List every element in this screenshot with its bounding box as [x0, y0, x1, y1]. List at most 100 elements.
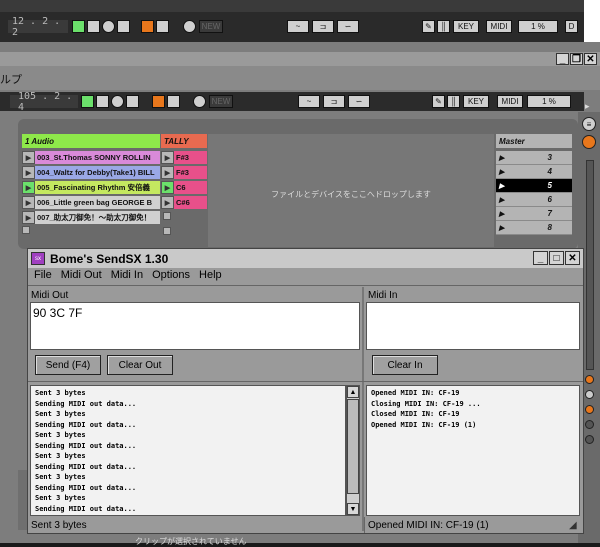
main-arrangement-icon[interactable] — [152, 95, 165, 108]
scene-slot[interactable]: ▶ 3 — [496, 151, 572, 165]
scene-launch-icon[interactable]: ▶ — [499, 168, 504, 176]
scene-launch-icon[interactable]: ▶ — [499, 224, 504, 232]
top-keyboard-icon[interactable]: ║ — [437, 20, 450, 33]
top-key-button[interactable]: KEY — [453, 20, 479, 33]
top-curve-button-2[interactable]: ⊐ — [312, 20, 334, 33]
scene-slot[interactable]: ▶ 7 — [496, 207, 572, 221]
clip-launch-icon[interactable]: ▶ — [22, 196, 35, 209]
clip-launch-icon[interactable]: ▶ — [22, 181, 35, 194]
clip-slot[interactable]: ▶ 005_Fascinating Rhythm 安倍義 — [22, 181, 160, 194]
scene-launch-icon[interactable]: ▶ — [499, 182, 504, 190]
top-play-button[interactable] — [72, 20, 85, 33]
top-stop-button[interactable] — [87, 20, 100, 33]
scene-launch-icon[interactable]: ▶ — [499, 154, 504, 162]
main-keyboard-icon[interactable]: ║ — [447, 95, 460, 108]
top-pencil-icon[interactable]: ✎ — [422, 20, 435, 33]
clip-launch-icon[interactable]: ▶ — [161, 166, 174, 179]
main-play-button[interactable] — [81, 95, 94, 108]
menu-midi-in[interactable]: Midi In — [111, 269, 143, 281]
note-clip[interactable]: ▶ F#3 — [161, 151, 207, 164]
note-clip[interactable]: ▶ F#3 — [161, 166, 207, 179]
clip-launch-icon[interactable]: ▶ — [22, 166, 35, 179]
main-add-button[interactable] — [126, 95, 139, 108]
clip-slot[interactable]: ▶ 006_Little green bag GEORGE B — [22, 196, 160, 209]
clip-launch-icon[interactable]: ▶ — [161, 196, 174, 209]
track-header-tally[interactable]: TALLY — [161, 134, 207, 148]
track-header-master[interactable]: Master — [496, 134, 572, 148]
rail-dot-3[interactable] — [585, 405, 594, 414]
resize-grip-icon[interactable]: ◢ — [569, 520, 581, 532]
main-curve-button-2[interactable]: ⊐ — [323, 95, 345, 108]
top-d-button[interactable]: D — [565, 20, 578, 33]
midi-in-log[interactable]: Opened MIDI IN: CF-19 Closing MIDI IN: C… — [366, 385, 580, 516]
main-record-button[interactable] — [111, 95, 124, 108]
rail-menu-icon[interactable]: ≡ — [582, 117, 596, 131]
clip-slot[interactable]: ▶ 004_Waltz for Debby(Take1) BILL — [22, 166, 160, 179]
bome-close-button[interactable]: ✕ — [565, 251, 580, 265]
live-restore-button[interactable]: ❐ — [570, 53, 583, 65]
live-close-button[interactable]: ✕ — [584, 53, 597, 65]
main-key-button[interactable]: KEY — [463, 95, 489, 108]
menu-file[interactable]: File — [34, 269, 52, 281]
rail-orange-button[interactable] — [582, 135, 596, 149]
main-pencil-icon[interactable]: ✎ — [432, 95, 445, 108]
clip-launch-icon[interactable]: ▶ — [22, 211, 35, 224]
clip-slot[interactable]: ▶ 007_助太刀御免！～助太刀御免！ — [22, 211, 160, 224]
scene-slot[interactable]: ▶ 4 — [496, 165, 572, 179]
scene-slot[interactable]: ▶ 5 — [496, 179, 572, 193]
top-curve-button-3[interactable]: ∽ — [337, 20, 359, 33]
rail-dot-1[interactable] — [585, 375, 594, 384]
menu-help[interactable]: Help — [199, 269, 222, 281]
live-menu-fragment[interactable]: ルプ — [0, 71, 22, 87]
rail-dot-2[interactable] — [585, 390, 594, 399]
midi-out-log[interactable]: Sent 3 bytes Sending MIDI out data... Se… — [30, 385, 346, 516]
clip-launch-icon[interactable]: ▶ — [22, 151, 35, 164]
audio-empty-slot[interactable] — [22, 226, 30, 234]
scroll-thumb[interactable] — [347, 399, 359, 494]
rail-scrollbar[interactable] — [586, 160, 594, 370]
tally-empty-slot-2[interactable] — [163, 227, 171, 235]
note-clip[interactable]: ▶ C#6 — [161, 196, 207, 209]
menu-midi-out[interactable]: Midi Out — [61, 269, 102, 281]
main-stop-button[interactable] — [96, 95, 109, 108]
clip-launch-icon[interactable]: ▶ — [161, 181, 174, 194]
main-new-button[interactable]: NEW — [209, 95, 233, 108]
note-clip[interactable]: ▶ C6 — [161, 181, 207, 194]
menu-options[interactable]: Options — [152, 269, 190, 281]
main-curve-button-3[interactable]: ∽ — [348, 95, 370, 108]
top-record-button[interactable] — [102, 20, 115, 33]
top-arrangement-icon[interactable] — [141, 20, 154, 33]
scroll-up-icon[interactable]: ▲ — [347, 386, 359, 398]
top-back-icon[interactable] — [156, 20, 169, 33]
clear-out-button[interactable]: Clear Out — [107, 355, 173, 375]
top-new-button[interactable]: NEW — [199, 20, 223, 33]
clip-launch-icon[interactable]: ▶ — [161, 151, 174, 164]
scene-launch-icon[interactable]: ▶ — [499, 210, 504, 218]
clip-slot[interactable]: ▶ 003_St.Thomas SONNY ROLLIN — [22, 151, 160, 164]
top-curve-button-1[interactable]: ~ — [287, 20, 309, 33]
rail-dot-5[interactable] — [585, 435, 594, 444]
clear-in-button[interactable]: Clear In — [372, 355, 438, 375]
send-button[interactable]: Send (F4) — [35, 355, 101, 375]
main-curve-button-1[interactable]: ~ — [298, 95, 320, 108]
main-position-display[interactable]: 105 . 2 . 4 — [10, 91, 78, 113]
top-add-button[interactable] — [117, 20, 130, 33]
top-loop-icon[interactable] — [183, 20, 196, 33]
bome-maximize-button[interactable]: □ — [549, 251, 564, 265]
rail-dot-4[interactable] — [585, 420, 594, 429]
tally-empty-slot-1[interactable] — [163, 212, 171, 220]
live-minimize-button[interactable]: _ — [556, 53, 569, 65]
track-header-audio[interactable]: 1 Audio — [22, 134, 160, 148]
scene-slot[interactable]: ▶ 8 — [496, 221, 572, 235]
midi-out-input[interactable]: 90 3C 7F — [30, 302, 360, 350]
main-loop-icon[interactable] — [193, 95, 206, 108]
midi-in-display[interactable] — [366, 302, 580, 350]
top-midi-button[interactable]: MIDI — [486, 20, 512, 33]
scene-launch-icon[interactable]: ▶ — [499, 196, 504, 204]
bome-titlebar[interactable]: Bome's SendSX 1.30 — [28, 249, 583, 268]
bome-minimize-button[interactable]: _ — [533, 251, 548, 265]
scroll-down-icon[interactable]: ▼ — [347, 503, 359, 515]
main-midi-button[interactable]: MIDI — [497, 95, 523, 108]
scroll-arrow-icon[interactable]: ▸ — [585, 101, 595, 111]
top-position-display[interactable]: 12 . 2 . 2 — [8, 16, 68, 38]
